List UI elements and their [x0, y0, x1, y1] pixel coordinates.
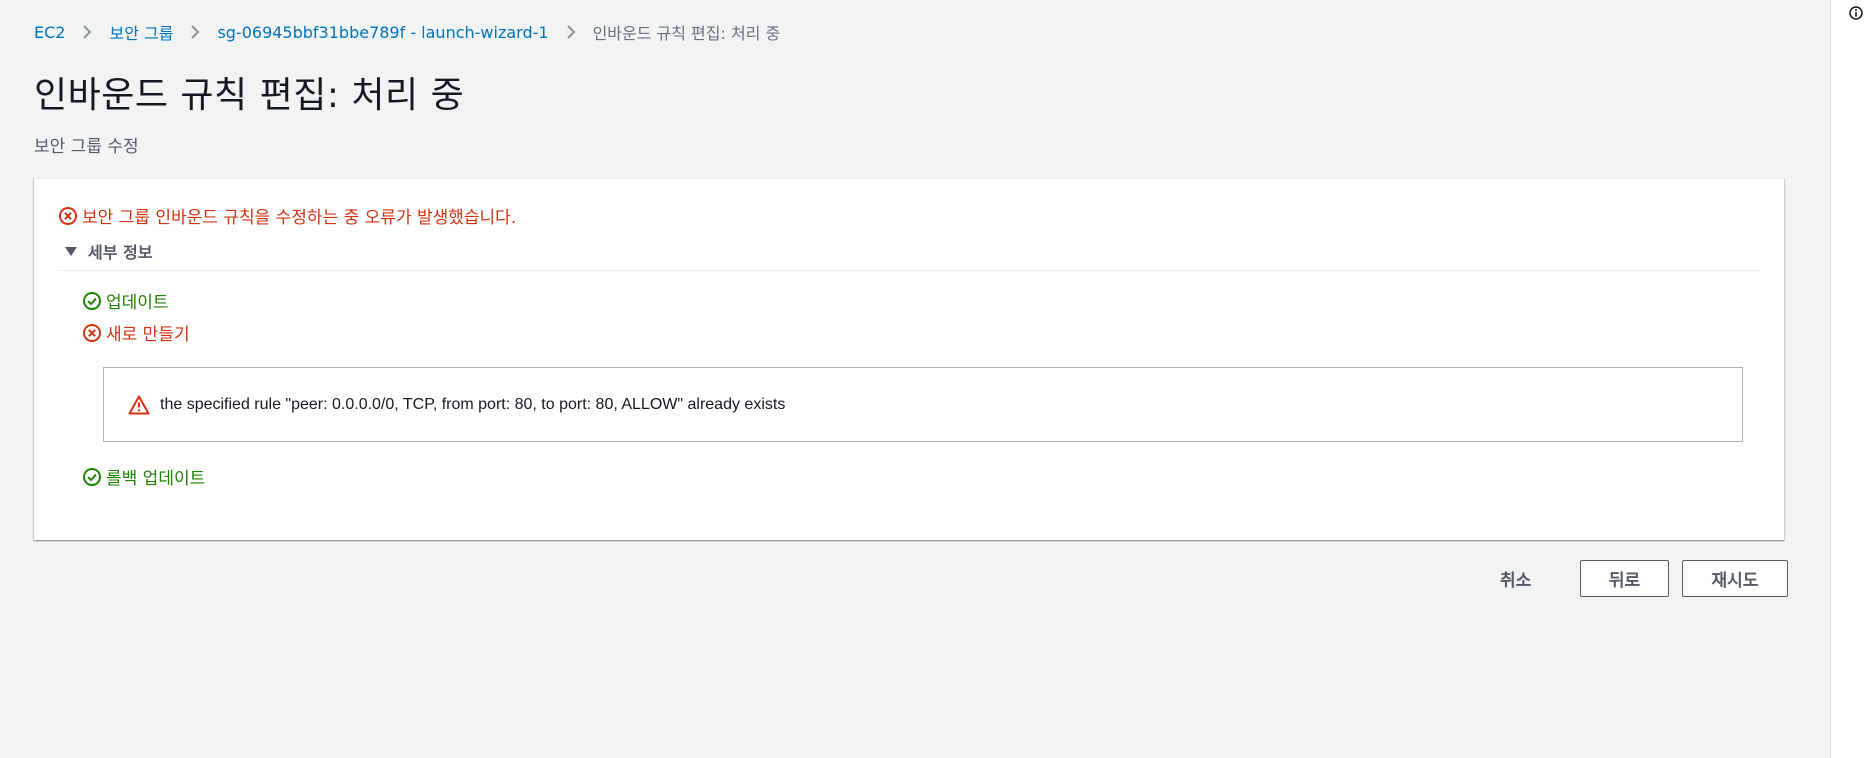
step-label: 새로 만들기 [106, 325, 190, 345]
check-circle-icon [83, 467, 101, 486]
breadcrumb-security-groups[interactable]: 보안 그룹 [109, 20, 173, 44]
breadcrumb-security-group-id[interactable]: sg-06945bbf31bbe789f - launch-wizard-1 [217, 23, 548, 42]
back-button[interactable]: 뒤로 [1580, 560, 1669, 597]
error-detail-box: the specified rule "peer: 0.0.0.0/0, TCP… [103, 367, 1743, 442]
check-circle-icon [83, 291, 101, 310]
step-label: 업데이트 [106, 293, 169, 313]
breadcrumb-current: 인바운드 규칙 편집: 처리 중 [592, 24, 781, 43]
cancel-button[interactable]: 취소 [1500, 566, 1531, 591]
error-circle-icon [59, 206, 77, 225]
step-create: 새로 만들기 [82, 320, 190, 345]
retry-button[interactable]: 재시도 [1682, 560, 1788, 597]
main-content: EC2 보안 그룹 sg-06945bbf31bbe789f - launch-… [0, 0, 1830, 758]
caret-down-icon [65, 247, 77, 256]
breadcrumb-ec2[interactable]: EC2 [34, 23, 65, 42]
warning-triangle-icon [128, 395, 150, 414]
details-label: 세부 정보 [88, 243, 153, 262]
breadcrumb: EC2 보안 그룹 sg-06945bbf31bbe789f - launch-… [34, 20, 780, 44]
step-rollback-update: 롤백 업데이트 [82, 464, 205, 489]
tools-panel-rail [1830, 0, 1864, 758]
error-detail-text: the specified rule "peer: 0.0.0.0/0, TCP… [160, 395, 786, 413]
action-bar: 취소 뒤로 재시도 [0, 560, 1788, 598]
page-subtitle: 보안 그룹 수정 [34, 137, 139, 157]
divider [58, 270, 1760, 271]
error-summary: 보안 그룹 인바운드 규칙을 수정하는 중 오류가 발생했습니다. [58, 203, 516, 228]
chevron-right-icon [173, 24, 217, 40]
page-title: 인바운드 규칙 편집: 처리 중 [34, 75, 465, 116]
error-summary-text: 보안 그룹 인바운드 규칙을 수정하는 중 오류가 발생했습니다. [82, 208, 517, 228]
error-circle-icon [83, 323, 101, 342]
chevron-right-icon [65, 24, 109, 40]
step-update: 업데이트 [82, 288, 169, 313]
step-label: 롤백 업데이트 [106, 469, 206, 489]
chevron-right-icon [549, 24, 593, 40]
details-toggle[interactable]: 세부 정보 [64, 239, 152, 263]
status-panel: 보안 그룹 인바운드 규칙을 수정하는 중 오류가 발생했습니다. 세부 정보 … [34, 178, 1784, 540]
info-icon[interactable] [1849, 6, 1863, 20]
